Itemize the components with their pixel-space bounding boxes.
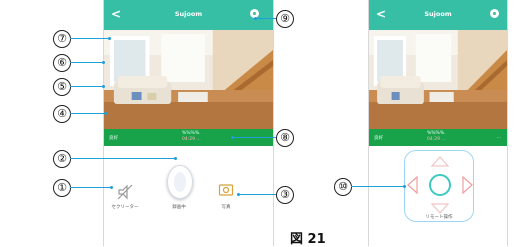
speaker-muted-icon (117, 184, 133, 200)
leader-line (232, 137, 276, 138)
screen-title: Sujoom (174, 10, 203, 18)
leader-dot (174, 157, 177, 160)
screen-title: Sujoom (424, 10, 452, 18)
living-room-image (369, 30, 507, 129)
callout-6: ⑥ (53, 54, 71, 72)
signal-quality-label: 良好 (374, 136, 383, 141)
leader-line (70, 187, 112, 188)
microphone-icon (174, 172, 186, 192)
resolution-toggle[interactable]: ... (497, 135, 501, 140)
recording-info-line-1: %%%%. (182, 131, 201, 136)
leader-dot (237, 193, 240, 196)
camera-live-view[interactable] (104, 30, 273, 129)
pan-up-arrow-icon[interactable] (430, 156, 450, 167)
pan-down-arrow-icon[interactable] (430, 203, 450, 214)
phone-screen-right: < Sujoom 良好 %%%%. 04:29 ... ... リモート操作 (368, 0, 508, 246)
snapshot-button[interactable] (218, 182, 234, 198)
callout-5: ⑤ (53, 78, 71, 96)
callout-1: ① (53, 179, 71, 197)
pan-tilt-panel: リモート操作 (404, 150, 474, 222)
photo-icon (218, 184, 234, 196)
callout-8: ⑧ (276, 129, 294, 147)
callout-2: ② (53, 150, 71, 168)
leader-line (351, 186, 405, 187)
leader-line (70, 113, 106, 114)
leader-dot (102, 85, 105, 88)
signal-quality-label: 良好 (109, 136, 118, 141)
record-button[interactable] (167, 165, 193, 199)
dpad-center-icon[interactable] (429, 174, 451, 196)
photo-label: 写真 (221, 205, 231, 210)
recording-info: %%%%. 04:29 ... (182, 131, 201, 142)
callout-4: ④ (53, 105, 71, 123)
leader-line (70, 86, 104, 87)
leader-line (255, 18, 276, 19)
callout-10: ⑩ (334, 178, 352, 196)
leader-dot (231, 136, 234, 139)
control-panel: リモート操作 (369, 146, 507, 246)
status-bar: 良好 %%%%. 04:29 ... ... (369, 129, 507, 146)
recording-info-line-2: 04:29 ... (427, 136, 446, 142)
leader-dot (403, 185, 406, 188)
callout-9: ⑨ (276, 10, 294, 28)
leader-line (70, 38, 110, 39)
speaker-button[interactable] (116, 183, 134, 201)
leader-dot (254, 17, 257, 20)
leader-dot (108, 37, 111, 40)
leader-line (70, 158, 176, 159)
speaker-label: セクリーター (111, 205, 139, 210)
camera-live-view[interactable] (369, 30, 507, 129)
recording-info-line-2: 04:29 ... (182, 136, 201, 142)
phone-screen-left: < Sujoom 良好 %%%%. 04:29 ... ... (103, 0, 274, 246)
recording-info: %%%%. 04:29 ... (427, 131, 446, 142)
recording-info-line-1: %%%%. (427, 131, 446, 136)
settings-gear-icon[interactable] (490, 9, 499, 18)
callout-7: ⑦ (53, 30, 71, 48)
dpad (407, 156, 473, 214)
leader-line (238, 194, 276, 195)
leader-dot (102, 61, 105, 64)
control-panel: セクリーター 録画中 写真 (104, 146, 273, 246)
top-bar: < Sujoom (104, 0, 273, 30)
top-bar: < Sujoom (369, 0, 507, 30)
leader-dot (110, 186, 113, 189)
dpad-label: リモート操作 (425, 215, 453, 220)
living-room-image (104, 30, 273, 129)
leader-dot (104, 112, 107, 115)
record-label: 録画中 (172, 205, 186, 210)
pan-left-arrow-icon[interactable] (407, 175, 418, 195)
pan-right-arrow-icon[interactable] (462, 175, 473, 195)
callout-3: ③ (276, 186, 294, 204)
leader-line (70, 62, 104, 63)
back-button[interactable]: < (111, 6, 121, 22)
figure-caption: 図 21 (290, 232, 326, 247)
back-button[interactable]: < (376, 6, 386, 22)
